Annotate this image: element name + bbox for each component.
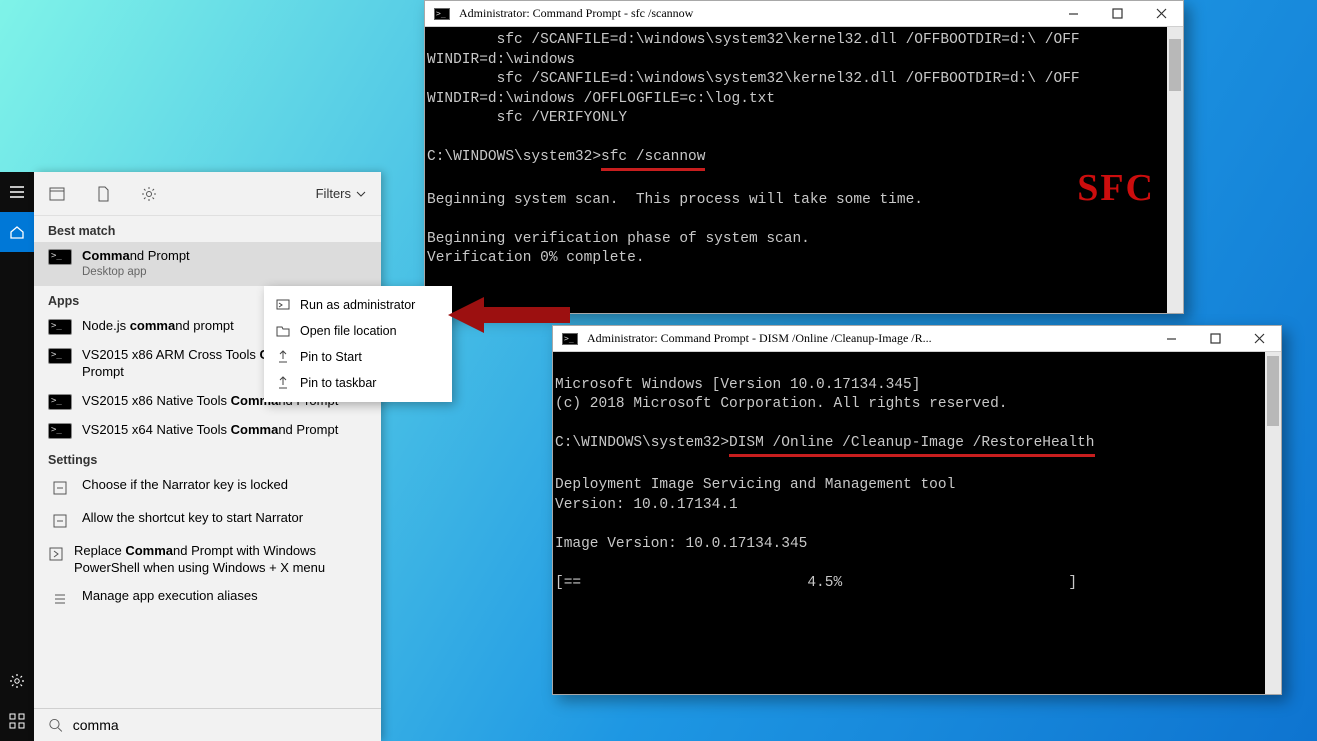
titlebar[interactable]: Administrator: Command Prompt - DISM /On… bbox=[553, 326, 1281, 352]
filters-label: Filters bbox=[316, 186, 351, 201]
close-button[interactable] bbox=[1237, 326, 1281, 352]
titlebar[interactable]: Administrator: Command Prompt - sfc /sca… bbox=[425, 1, 1183, 27]
setting-icon bbox=[48, 544, 64, 564]
scroll-thumb[interactable] bbox=[1267, 356, 1279, 426]
taskbar-sidebar bbox=[0, 172, 34, 741]
ctx-pin-start[interactable]: Pin to Start bbox=[264, 344, 452, 370]
maximize-button[interactable] bbox=[1193, 326, 1237, 352]
pin-icon bbox=[276, 376, 290, 390]
search-footer bbox=[34, 708, 381, 741]
dism-command: DISM /Online /Cleanup-Image /RestoreHeal… bbox=[729, 434, 1094, 457]
pin-icon bbox=[276, 350, 290, 364]
cmd-icon bbox=[431, 3, 453, 25]
result-title: Choose if the Narrator key is locked bbox=[82, 477, 288, 494]
maximize-button[interactable] bbox=[1095, 1, 1139, 27]
scrollbar[interactable] bbox=[1265, 352, 1281, 694]
folder-icon bbox=[276, 324, 290, 338]
result-title: Manage app execution aliases bbox=[82, 588, 258, 605]
ctx-pin-taskbar[interactable]: Pin to taskbar bbox=[264, 370, 452, 396]
terminal-body[interactable]: sfc /SCANFILE=d:\windows\system32\kernel… bbox=[425, 27, 1183, 273]
section-settings: Settings bbox=[34, 445, 381, 471]
setting-icon bbox=[48, 511, 72, 531]
window-title: Administrator: Command Prompt - DISM /On… bbox=[587, 330, 932, 346]
gear-icon[interactable] bbox=[0, 661, 34, 701]
annotation-arrow bbox=[448, 293, 570, 337]
cmd-icon bbox=[48, 394, 72, 410]
minimize-button[interactable] bbox=[1051, 1, 1095, 27]
settings-tab-icon[interactable] bbox=[140, 185, 158, 203]
result-command-prompt[interactable]: Command Prompt Desktop app bbox=[34, 242, 381, 286]
sfc-command: sfc /scannow bbox=[601, 148, 705, 171]
cmd-window-dism: Administrator: Command Prompt - DISM /On… bbox=[552, 325, 1282, 695]
result-title: Replace Command Prompt with Windows Powe… bbox=[74, 543, 367, 577]
result-setting-narrator-shortcut[interactable]: Allow the shortcut key to start Narrator bbox=[34, 504, 381, 537]
cmd-window-sfc: Administrator: Command Prompt - sfc /sca… bbox=[424, 0, 1184, 314]
result-title: Allow the shortcut key to start Narrator bbox=[82, 510, 303, 527]
home-icon[interactable] bbox=[0, 212, 34, 252]
scrollbar[interactable] bbox=[1167, 27, 1183, 313]
terminal-body[interactable]: Microsoft Windows [Version 10.0.17134.34… bbox=[553, 352, 1281, 598]
ctx-open-location[interactable]: Open file location bbox=[264, 318, 452, 344]
scroll-thumb[interactable] bbox=[1169, 39, 1181, 91]
sfc-label: SFC bbox=[1077, 163, 1155, 214]
result-title: VS2015 x64 Native Tools Command Prompt bbox=[82, 422, 338, 439]
result-setting-replace-cmd[interactable]: Replace Command Prompt with Windows Powe… bbox=[34, 537, 381, 583]
start-search-panel: Filters Best match Command Prompt Deskto… bbox=[34, 172, 381, 741]
section-best-match: Best match bbox=[34, 216, 381, 242]
result-setting-narrator-lock[interactable]: Choose if the Narrator key is locked bbox=[34, 471, 381, 504]
apps-tab-icon[interactable] bbox=[48, 185, 66, 203]
cmd-icon bbox=[48, 319, 72, 335]
documents-tab-icon[interactable] bbox=[94, 185, 112, 203]
cmd-icon bbox=[48, 423, 72, 439]
result-app-vs-x64[interactable]: VS2015 x64 Native Tools Command Prompt bbox=[34, 416, 381, 445]
menu-icon[interactable] bbox=[0, 172, 34, 212]
filters-dropdown[interactable]: Filters bbox=[316, 186, 367, 201]
result-title: Command Prompt bbox=[82, 248, 190, 265]
apps-icon[interactable] bbox=[0, 701, 34, 741]
search-icon bbox=[48, 717, 63, 733]
cmd-icon bbox=[48, 249, 72, 265]
close-button[interactable] bbox=[1139, 1, 1183, 27]
result-setting-aliases[interactable]: Manage app execution aliases bbox=[34, 582, 381, 615]
minimize-button[interactable] bbox=[1149, 326, 1193, 352]
ctx-run-as-admin[interactable]: Run as administrator bbox=[264, 292, 452, 318]
result-subtitle: Desktop app bbox=[82, 265, 190, 280]
admin-shield-icon bbox=[276, 298, 290, 312]
window-title: Administrator: Command Prompt - sfc /sca… bbox=[459, 5, 693, 21]
search-input[interactable] bbox=[73, 717, 367, 733]
search-tabs: Filters bbox=[34, 172, 381, 216]
context-menu: Run as administrator Open file location … bbox=[264, 286, 452, 402]
result-title: Node.js command prompt bbox=[82, 318, 234, 335]
cmd-icon bbox=[48, 348, 72, 364]
setting-icon bbox=[48, 589, 72, 609]
setting-icon bbox=[48, 478, 72, 498]
